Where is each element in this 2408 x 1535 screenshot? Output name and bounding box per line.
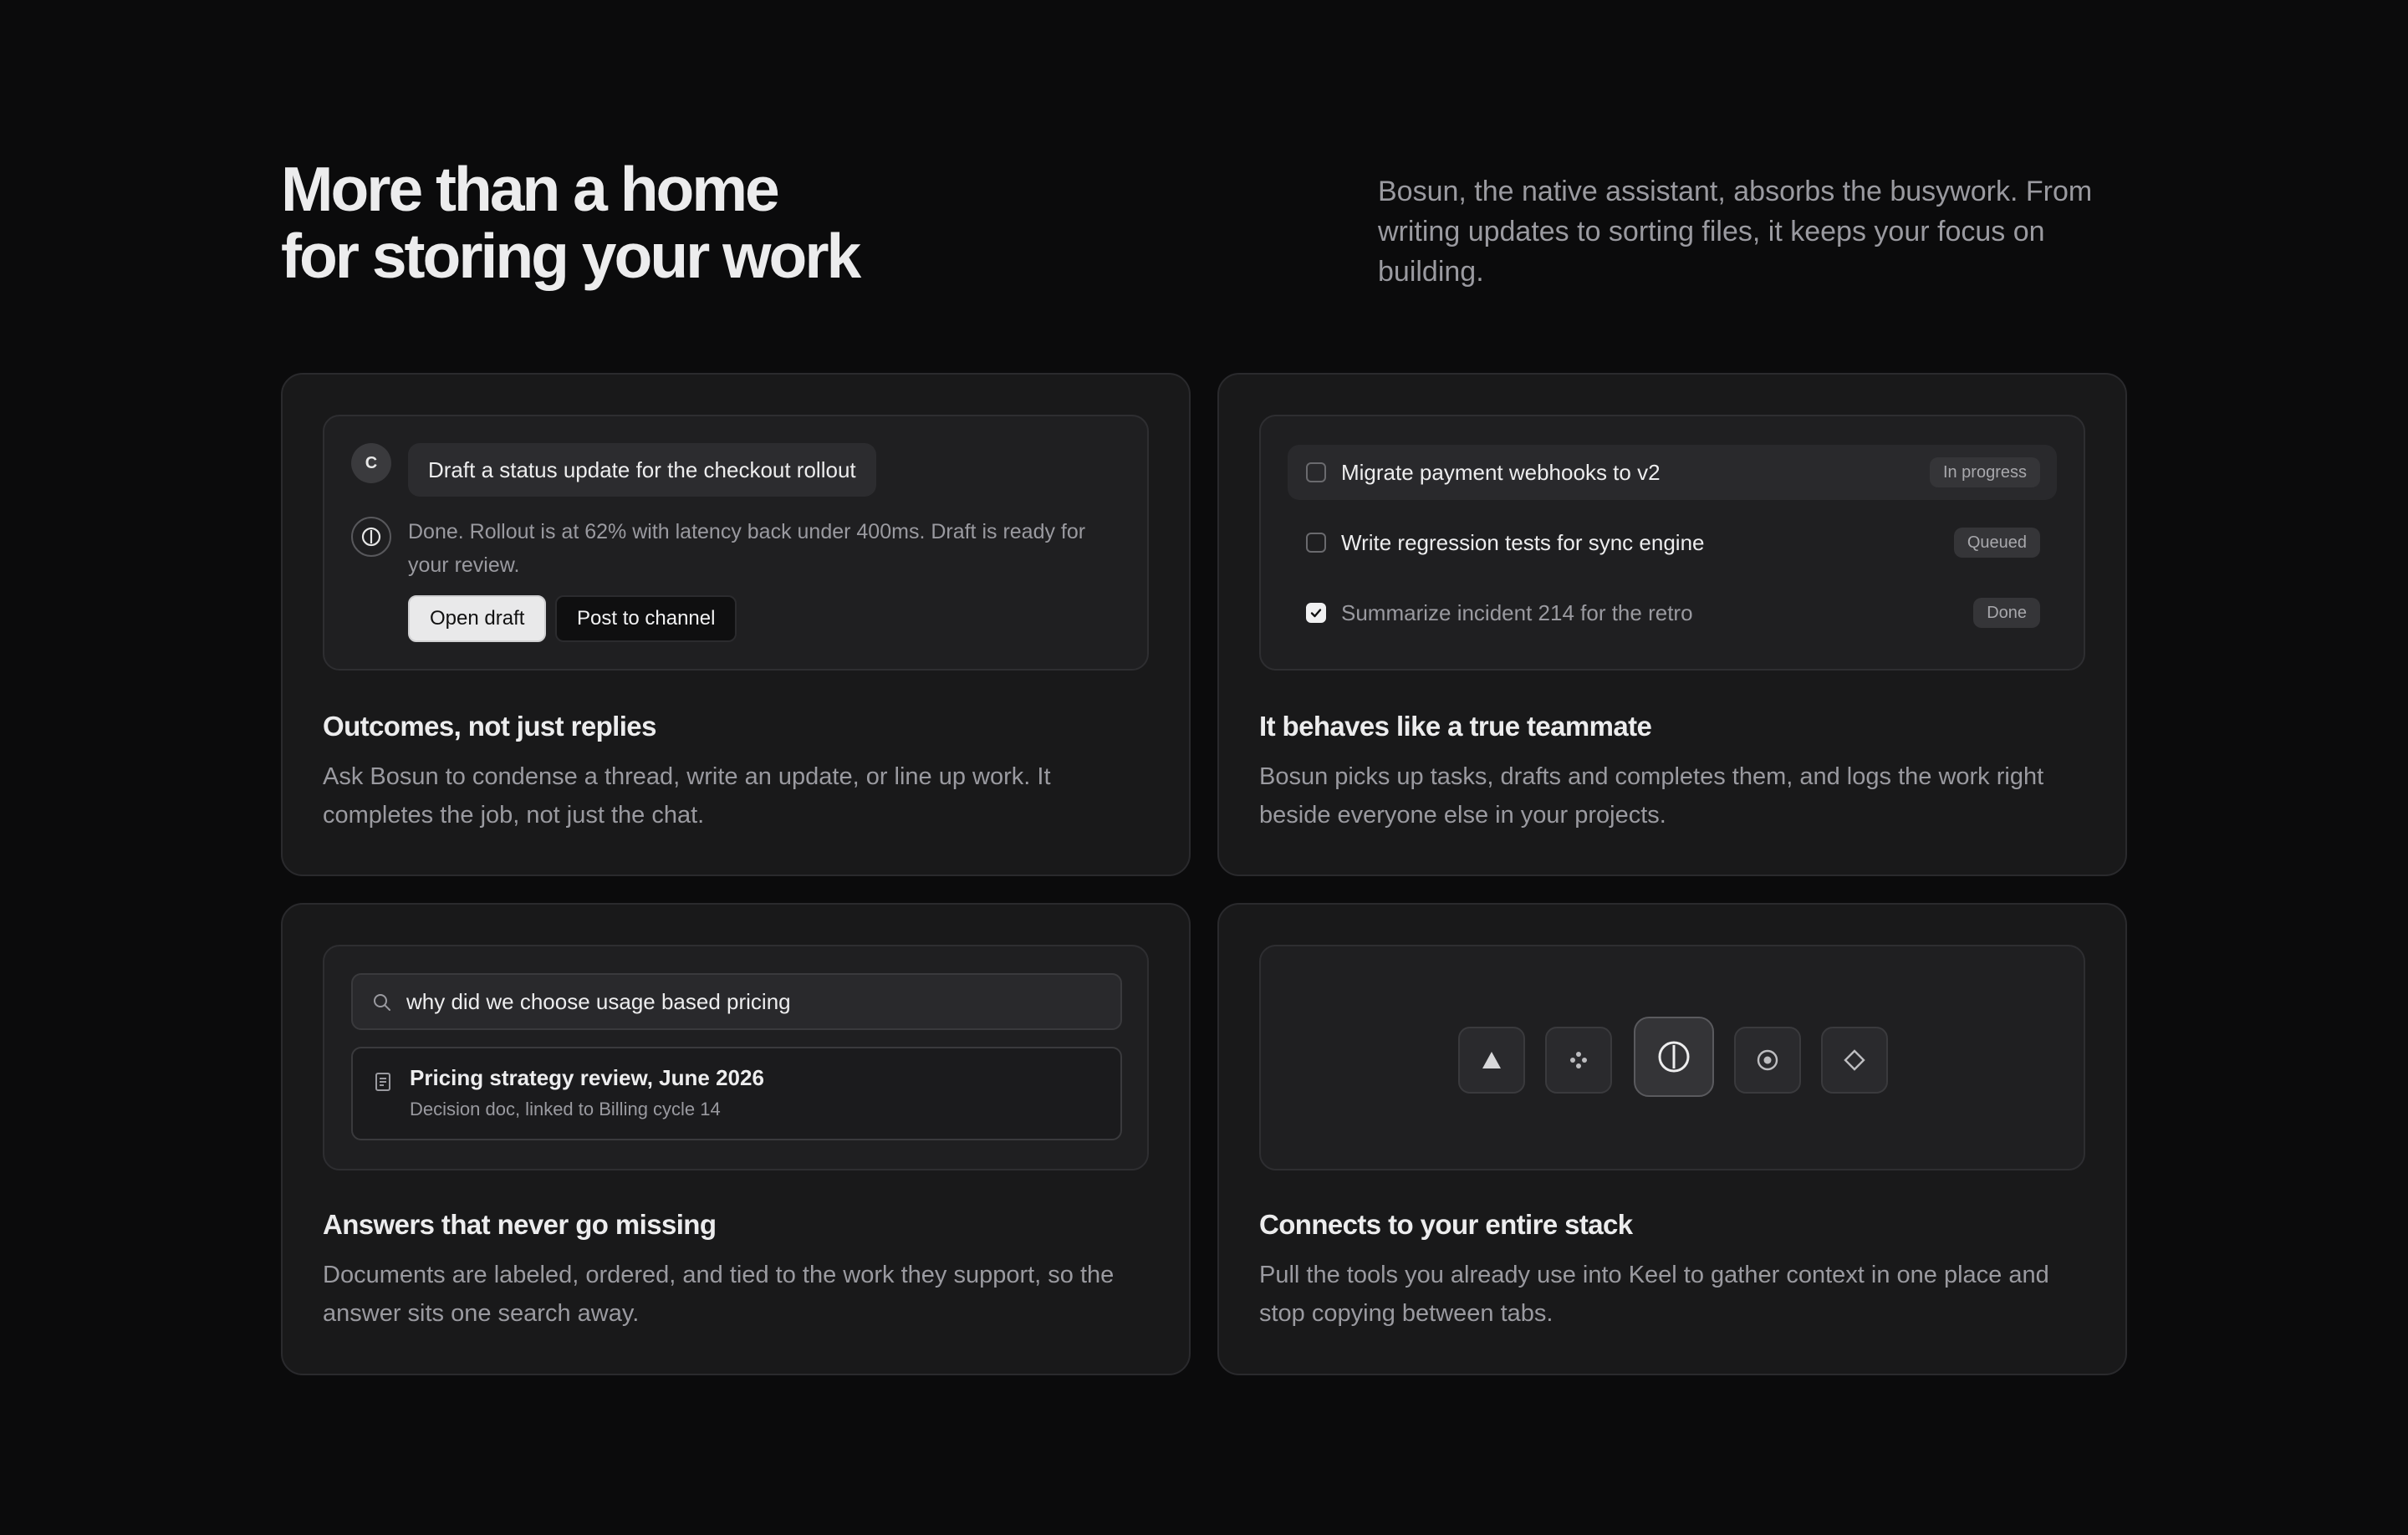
hero-title: More than a home for storing your work [281, 154, 861, 291]
open-draft-button[interactable]: Open draft [408, 595, 547, 642]
search-input[interactable]: why did we choose usage based pricing [351, 973, 1122, 1030]
diamond-icon[interactable] [1821, 1027, 1888, 1094]
answers-card: why did we choose usage based pricing Pr… [281, 903, 1191, 1375]
card-title: It behaves like a true teammate [1259, 711, 1652, 742]
teammate-card: Migrate payment webhooks to v2 In progre… [1217, 373, 2127, 876]
card-description: Bosun picks up tasks, drafts and complet… [1259, 763, 2044, 829]
bot-reply: Done. Rollout is at 62% with latency bac… [408, 520, 1086, 577]
document-icon [375, 1073, 390, 1091]
card-description: Pull the tools you already use into Keel… [1259, 1262, 2049, 1327]
task-row[interactable]: Migrate payment webhooks to v2 In progre… [1288, 445, 2057, 500]
card-title: Connects to your entire stack [1259, 1209, 1633, 1240]
outcomes-card: C Draft a status update for the checkout… [281, 373, 1191, 876]
task-label: Write regression tests for sync engine [1341, 529, 1705, 555]
task-checkbox-checked[interactable] [1306, 603, 1326, 623]
user-avatar: C [351, 443, 391, 483]
chat-panel: C Draft a status update for the checkout… [323, 415, 1149, 671]
search-result[interactable]: Pricing strategy review, June 2026 Decis… [351, 1047, 1122, 1140]
bosun-logo-icon[interactable] [1634, 1017, 1714, 1097]
card-description: Documents are labeled, ordered, and tied… [323, 1262, 1115, 1327]
hero-title-line-1: More than a home [281, 154, 780, 224]
card-description: Ask Bosun to condense a thread, write an… [323, 763, 1051, 829]
bosun-logo-icon [351, 517, 391, 557]
page: More than a home for storing your work B… [0, 0, 2408, 1535]
dots-icon[interactable] [1545, 1027, 1612, 1094]
search-icon [374, 994, 390, 1011]
task-checkbox[interactable] [1306, 533, 1326, 553]
status-badge: Done [1973, 598, 2040, 628]
task-row[interactable]: Summarize incident 214 for the retro Don… [1288, 585, 2057, 640]
search-panel: why did we choose usage based pricing Pr… [323, 945, 1149, 1170]
user-message: Draft a status update for the checkout r… [408, 443, 876, 497]
target-icon[interactable] [1734, 1027, 1801, 1094]
result-title: Pricing strategy review, June 2026 [410, 1065, 764, 1090]
hero-description: Bosun, the native assistant, absorbs the… [1378, 176, 2093, 288]
check-icon [1310, 609, 1322, 618]
task-checkbox[interactable] [1306, 462, 1326, 482]
hero-title-line-2: for storing your work [281, 221, 861, 291]
integrations-panel [1259, 945, 2085, 1170]
card-title: Outcomes, not just replies [323, 711, 656, 742]
search-query: why did we choose usage based pricing [406, 989, 791, 1014]
task-label: Summarize incident 214 for the retro [1341, 599, 1693, 625]
status-badge: In progress [1929, 457, 2040, 487]
task-list-panel: Migrate payment webhooks to v2 In progre… [1259, 415, 2085, 671]
task-label: Migrate payment webhooks to v2 [1341, 459, 1661, 485]
post-to-channel-button[interactable]: Post to channel [555, 595, 737, 642]
status-badge: Queued [1953, 528, 2040, 558]
stack-card: Connects to your entire stack Pull the t… [1217, 903, 2127, 1375]
result-subtitle: Decision doc, linked to Billing cycle 14 [410, 1099, 721, 1119]
triangle-icon[interactable] [1458, 1027, 1525, 1094]
task-row[interactable]: Write regression tests for sync engine Q… [1288, 515, 2057, 570]
card-title: Answers that never go missing [323, 1209, 717, 1240]
